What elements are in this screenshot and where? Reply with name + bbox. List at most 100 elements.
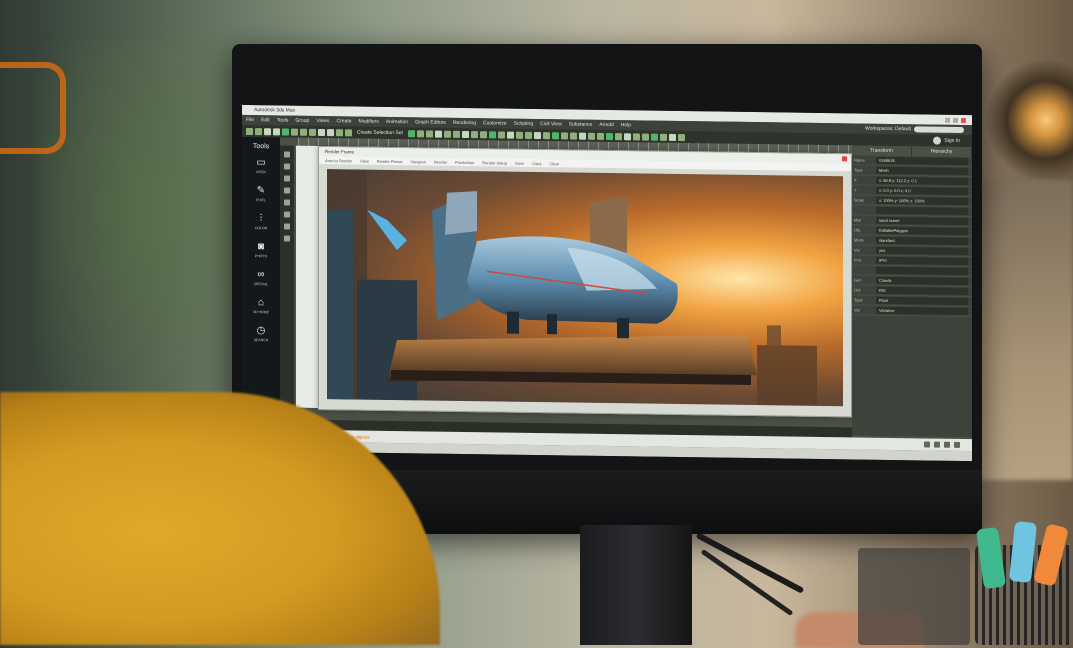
menu-graph-editors[interactable]: Graph Editors (415, 119, 446, 125)
prop-value[interactable]: x: 0.0 y: 0.0 z: 0.0 (876, 187, 968, 195)
viewport-icon[interactable] (615, 133, 622, 140)
prop-value[interactable]: Float (876, 297, 968, 305)
menu-modifiers[interactable]: Modifiers (359, 119, 379, 125)
maximize-button[interactable] (953, 117, 958, 122)
prop-value[interactable]: EditablePolygon (876, 227, 968, 235)
render-menu-item[interactable]: Production (455, 159, 474, 164)
settings-icon[interactable] (678, 133, 685, 140)
render-menu-item[interactable]: View (360, 158, 369, 163)
close-icon[interactable] (842, 156, 847, 161)
modifier-icon[interactable] (552, 132, 559, 139)
tool-search[interactable]: ◷ SEARCH (254, 326, 269, 342)
undo-icon[interactable] (246, 127, 253, 134)
prop-value[interactable]: yes (876, 247, 968, 255)
grid-icon[interactable] (624, 133, 631, 140)
hierarchy-icon[interactable] (579, 132, 586, 139)
maximize-viewport-icon[interactable] (669, 133, 676, 140)
link-icon[interactable] (264, 128, 271, 135)
menu-create[interactable]: Create (337, 118, 352, 124)
shape-icon[interactable] (516, 131, 523, 138)
tool-photo[interactable]: ◙ PHOTO (255, 242, 267, 258)
helper-icon[interactable] (489, 131, 496, 138)
tab-hierarchy[interactable]: Hierarchy (912, 146, 972, 157)
menu-tools[interactable]: Tools (277, 117, 289, 123)
material-editor-icon[interactable] (408, 130, 415, 137)
menu-customize[interactable]: Customize (483, 120, 507, 126)
light-icon[interactable] (498, 131, 505, 138)
menu-arnold[interactable]: Arnold (599, 122, 613, 128)
prop-value[interactable] (876, 207, 968, 215)
align-icon[interactable] (345, 129, 352, 136)
menu-group[interactable]: Group (295, 118, 309, 124)
render-menu-item[interactable]: Save (515, 160, 524, 165)
render-frame-icon[interactable] (426, 130, 433, 137)
zoom-icon[interactable] (633, 133, 640, 140)
tool-3d-home[interactable]: ⌂ 3D HOME (253, 298, 269, 314)
display-icon[interactable] (561, 132, 568, 139)
redo-icon[interactable] (255, 128, 262, 135)
motion-icon[interactable] (588, 132, 595, 139)
tool-color[interactable]: ⫶ COLOR (255, 214, 267, 230)
prop-value[interactable]: x: 86.9 y: 112.2 z: 0.1 (876, 177, 968, 185)
select-icon[interactable] (282, 128, 289, 135)
pan-icon[interactable] (934, 442, 940, 448)
orbit-icon[interactable] (944, 442, 950, 448)
menu-edit[interactable]: Edit (261, 117, 270, 123)
menu-rendering[interactable]: Rendering (453, 120, 476, 126)
orbit-icon[interactable] (651, 133, 658, 140)
select-icon[interactable] (284, 151, 290, 157)
prop-value[interactable]: #168618 (876, 157, 968, 165)
menu-civil-view[interactable]: Civil View (540, 121, 562, 127)
tool-open[interactable]: ▭ OPEN (256, 158, 266, 174)
scale-icon[interactable] (309, 128, 316, 135)
paint-icon[interactable] (284, 211, 290, 217)
menu-help[interactable]: Help (621, 122, 631, 128)
signin-button[interactable]: Sign In (933, 137, 960, 145)
spacewarp-icon[interactable] (543, 132, 550, 139)
pan-icon[interactable] (642, 133, 649, 140)
prop-value[interactable]: sand scene (876, 217, 968, 225)
render-setup-icon[interactable] (417, 130, 424, 137)
search-input[interactable] (914, 126, 964, 133)
prop-value[interactable]: IPVI (876, 257, 968, 265)
workspace-selector[interactable]: Workspaces: Default (865, 126, 964, 133)
prop-value[interactable]: x: 100% y: 100% z: 100% (876, 197, 968, 205)
substance-icon[interactable] (606, 132, 613, 139)
mirror-icon[interactable] (336, 129, 343, 136)
menu-scripting[interactable]: Scripting (514, 121, 533, 127)
geometry-icon[interactable] (525, 131, 532, 138)
close-button[interactable] (961, 117, 966, 122)
tool-pixel[interactable]: ✎ PIXEL (256, 186, 266, 202)
fov-icon[interactable] (660, 133, 667, 140)
layer-icon[interactable] (462, 130, 469, 137)
systems-icon[interactable] (534, 131, 541, 138)
cut-icon[interactable] (284, 199, 290, 205)
render-menu-item[interactable]: Viewport (411, 159, 427, 164)
angle-snap-icon[interactable] (327, 129, 334, 136)
selection-set-label[interactable]: Create Selection Set (357, 130, 403, 137)
curve-editor-icon[interactable] (444, 130, 451, 137)
snap-icon[interactable] (318, 128, 325, 135)
render-menu-item[interactable]: Render Preset (377, 158, 403, 163)
render-menu-item[interactable]: Render Setup (482, 160, 507, 165)
menu-views[interactable]: Views (316, 118, 329, 124)
prop-value[interactable]: Variance (876, 307, 968, 315)
maximize-icon[interactable] (954, 442, 960, 448)
tab-transform[interactable]: Transform (852, 145, 912, 156)
menu-substance[interactable]: Substance (569, 121, 593, 127)
camera-icon[interactable] (507, 131, 514, 138)
render-menu-item[interactable]: Copy (532, 160, 541, 165)
render-menu-item[interactable]: Render (434, 159, 447, 164)
render-viewport[interactable] (327, 169, 843, 406)
minimize-button[interactable] (945, 117, 950, 122)
arnold-icon[interactable] (597, 132, 604, 139)
scene-explorer-strip[interactable] (296, 146, 318, 408)
prop-value[interactable]: Clouds (876, 277, 968, 285)
render-menu-item[interactable]: Clear (549, 161, 559, 166)
unlink-icon[interactable] (273, 128, 280, 135)
scene-explorer-icon[interactable] (471, 131, 478, 138)
tool-special[interactable]: ∞ SPECIAL (254, 270, 269, 286)
utilities-icon[interactable] (570, 132, 577, 139)
prop-value[interactable]: Mesh (876, 167, 968, 175)
rotate-icon[interactable] (300, 128, 307, 135)
